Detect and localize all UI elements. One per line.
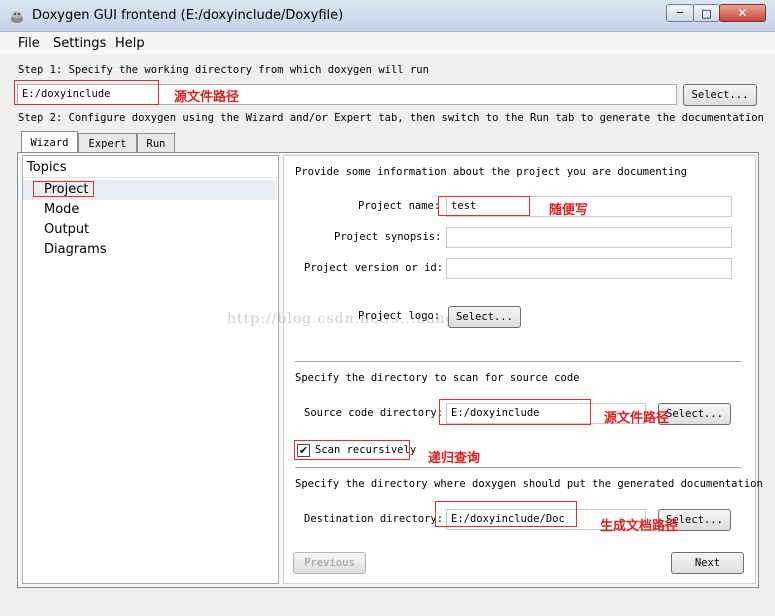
topics-tree bbox=[22, 155, 279, 584]
project-version-label: Project version or id: bbox=[304, 262, 444, 274]
menu-file[interactable]: File bbox=[18, 36, 40, 51]
maximize-button[interactable]: □ bbox=[693, 4, 720, 22]
annotation-box-workdir bbox=[14, 80, 159, 105]
working-directory-select-button[interactable]: Select... bbox=[683, 84, 757, 106]
project-synopsis-label: Project synopsis: bbox=[334, 231, 442, 243]
topics-header: Topics bbox=[23, 156, 278, 178]
annotation-box-destination bbox=[435, 501, 577, 527]
divider bbox=[295, 467, 741, 468]
maximize-icon: □ bbox=[701, 6, 712, 20]
previous-button[interactable]: Previous bbox=[293, 552, 366, 574]
annotation-box-topic-project bbox=[33, 181, 94, 197]
annotation-scan: 递归查询 bbox=[428, 451, 481, 466]
source-intro: Specify the directory to scan for source… bbox=[295, 372, 580, 384]
annotation-box-scan bbox=[294, 440, 410, 460]
project-intro: Provide some information about the proje… bbox=[295, 166, 687, 178]
menu-help[interactable]: Help bbox=[115, 36, 145, 51]
annotation-source: 源文件路径 bbox=[604, 411, 670, 426]
divider bbox=[295, 361, 741, 362]
close-icon: ✕ bbox=[737, 6, 748, 20]
annotation-box-source bbox=[439, 399, 591, 425]
close-button[interactable]: ✕ bbox=[719, 4, 766, 22]
project-name-label: Project name: bbox=[358, 200, 441, 212]
topic-mode[interactable]: Mode bbox=[44, 202, 79, 217]
topic-diagrams[interactable]: Diagrams bbox=[44, 242, 107, 257]
project-version-input[interactable] bbox=[446, 258, 732, 279]
destination-intro: Specify the directory where doxygen shou… bbox=[295, 478, 763, 490]
step1-label: Step 1: Specify the working directory fr… bbox=[18, 64, 429, 76]
window-title: Doxygen GUI frontend (E:/doxyinclude/Dox… bbox=[32, 8, 344, 23]
project-logo-label: Project logo: bbox=[358, 310, 441, 322]
minimize-button[interactable]: ─ bbox=[666, 4, 694, 22]
annotation-workdir: 源文件路径 bbox=[174, 90, 240, 105]
minimize-icon: ─ bbox=[676, 7, 684, 19]
project-logo-select-button[interactable]: Select... bbox=[448, 306, 521, 328]
tab-run[interactable]: Run bbox=[137, 133, 175, 153]
next-button[interactable]: Next bbox=[671, 552, 744, 574]
topic-output[interactable]: Output bbox=[44, 222, 89, 237]
source-directory-label: Source code directory: bbox=[304, 407, 444, 419]
menu-bar: File Settings Help bbox=[0, 32, 775, 54]
destination-directory-label: Destination directory: bbox=[304, 513, 444, 525]
doxygen-app-icon bbox=[11, 11, 23, 23]
annotation-project-name: 随便写 bbox=[549, 203, 589, 218]
tab-wizard[interactable]: Wizard bbox=[21, 131, 78, 154]
project-synopsis-input[interactable] bbox=[446, 227, 732, 248]
menu-settings[interactable]: Settings bbox=[53, 36, 106, 51]
annotation-destination: 生成文档路径 bbox=[600, 519, 679, 534]
step2-label: Step 2: Configure doxygen using the Wiza… bbox=[18, 112, 764, 124]
annotation-box-project-name bbox=[438, 196, 530, 216]
tab-expert[interactable]: Expert bbox=[78, 133, 137, 153]
